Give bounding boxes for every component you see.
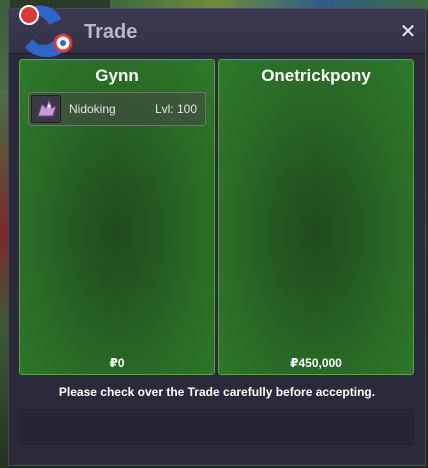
pokemon-name: Nidoking bbox=[69, 102, 116, 116]
trade-panel-player: Gynn Nidoking Lvl: 100 ₽0 bbox=[19, 59, 215, 375]
partner-name: Onetrickpony bbox=[261, 66, 371, 85]
close-button[interactable]: ✕ bbox=[397, 21, 419, 43]
trade-footer bbox=[19, 409, 414, 445]
player-name: Gynn bbox=[95, 66, 139, 85]
pokemon-offer-item[interactable]: Nidoking Lvl: 100 bbox=[28, 92, 206, 126]
trade-panel-partner: Onetrickpony ₽450,000 bbox=[218, 59, 414, 375]
trade-window: Trade ✕ Gynn Nidoking Lvl: 100 ₽0 Onetri… bbox=[8, 5, 426, 466]
pokemon-level: Lvl: 100 bbox=[154, 102, 197, 116]
nidoking-sprite-icon bbox=[31, 95, 61, 123]
game-screen: Trade ✕ Gynn Nidoking Lvl: 100 ₽0 Onetri… bbox=[0, 0, 428, 468]
player-money-offer: ₽0 bbox=[109, 356, 125, 370]
pokeball-logo-icon bbox=[19, 5, 73, 58]
partner-money-offer: ₽450,000 bbox=[290, 356, 342, 370]
window-title: Trade bbox=[84, 21, 138, 43]
trade-notice: Please check over the Trade carefully be… bbox=[58, 385, 376, 399]
